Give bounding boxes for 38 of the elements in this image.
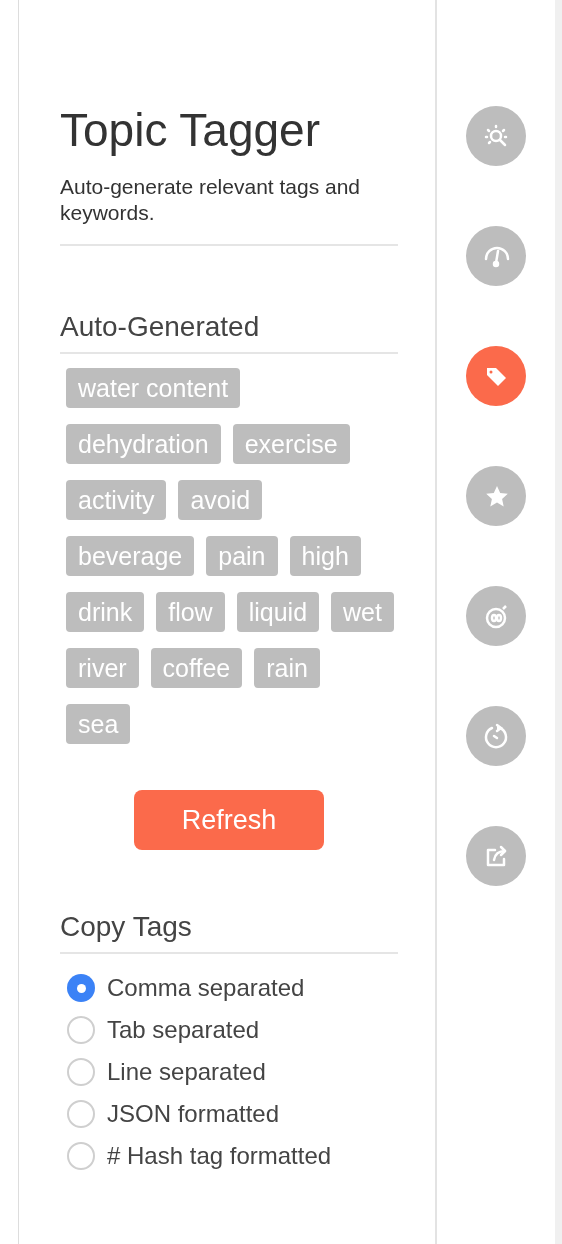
radio-label: JSON formatted bbox=[107, 1099, 280, 1129]
tag-chip[interactable]: river bbox=[66, 648, 139, 688]
sidebar-button[interactable] bbox=[466, 466, 526, 526]
section-heading: Auto-Generated bbox=[60, 312, 261, 342]
tag-chip[interactable]: avoid bbox=[178, 480, 263, 520]
sidebar-button[interactable] bbox=[466, 226, 526, 286]
tag-chip[interactable]: exercise bbox=[232, 424, 350, 464]
tag-chip[interactable]: water content bbox=[66, 368, 241, 408]
tag-chip[interactable]: wet bbox=[331, 592, 394, 632]
radio-button[interactable] bbox=[67, 974, 95, 1002]
radio-label: Line separated bbox=[107, 1057, 266, 1087]
sidebar-button[interactable] bbox=[466, 346, 526, 406]
tag-chip[interactable]: flow bbox=[156, 592, 225, 632]
radio-button[interactable] bbox=[67, 1016, 95, 1044]
tag-chip[interactable]: liquid bbox=[236, 592, 320, 632]
tag-chip[interactable]: dehydration bbox=[66, 424, 221, 464]
tag-chip[interactable]: rain bbox=[254, 648, 320, 688]
sidebar-button[interactable] bbox=[466, 106, 526, 166]
section-heading: Copy Tags bbox=[60, 912, 193, 942]
radio-label: Comma separated bbox=[107, 973, 305, 1003]
radio-button[interactable] bbox=[67, 1142, 95, 1170]
refresh-button[interactable]: Refresh bbox=[134, 790, 324, 850]
tag-chip[interactable]: sea bbox=[66, 704, 131, 744]
radio-label: # Hash tag formatted bbox=[107, 1141, 332, 1171]
sidebar-button[interactable] bbox=[466, 826, 526, 886]
tag-chip[interactable]: high bbox=[289, 536, 361, 576]
tag-chip[interactable]: pain bbox=[206, 536, 278, 576]
sidebar-button[interactable] bbox=[466, 706, 526, 766]
tag-chip[interactable]: activity bbox=[66, 480, 167, 520]
panel-title: Topic Tagger bbox=[60, 104, 321, 156]
radio-label: Tab separated bbox=[107, 1015, 260, 1045]
sidebar-button[interactable] bbox=[466, 586, 526, 646]
panel-subtitle: Auto-generate relevant tags and keywords. bbox=[60, 174, 362, 226]
tag-chip[interactable]: drink bbox=[66, 592, 145, 632]
radio-button[interactable] bbox=[67, 1100, 95, 1128]
radio-button[interactable] bbox=[67, 1058, 95, 1086]
tag-chip[interactable]: beverage bbox=[66, 536, 195, 576]
tag-chip[interactable]: coffee bbox=[150, 648, 243, 688]
